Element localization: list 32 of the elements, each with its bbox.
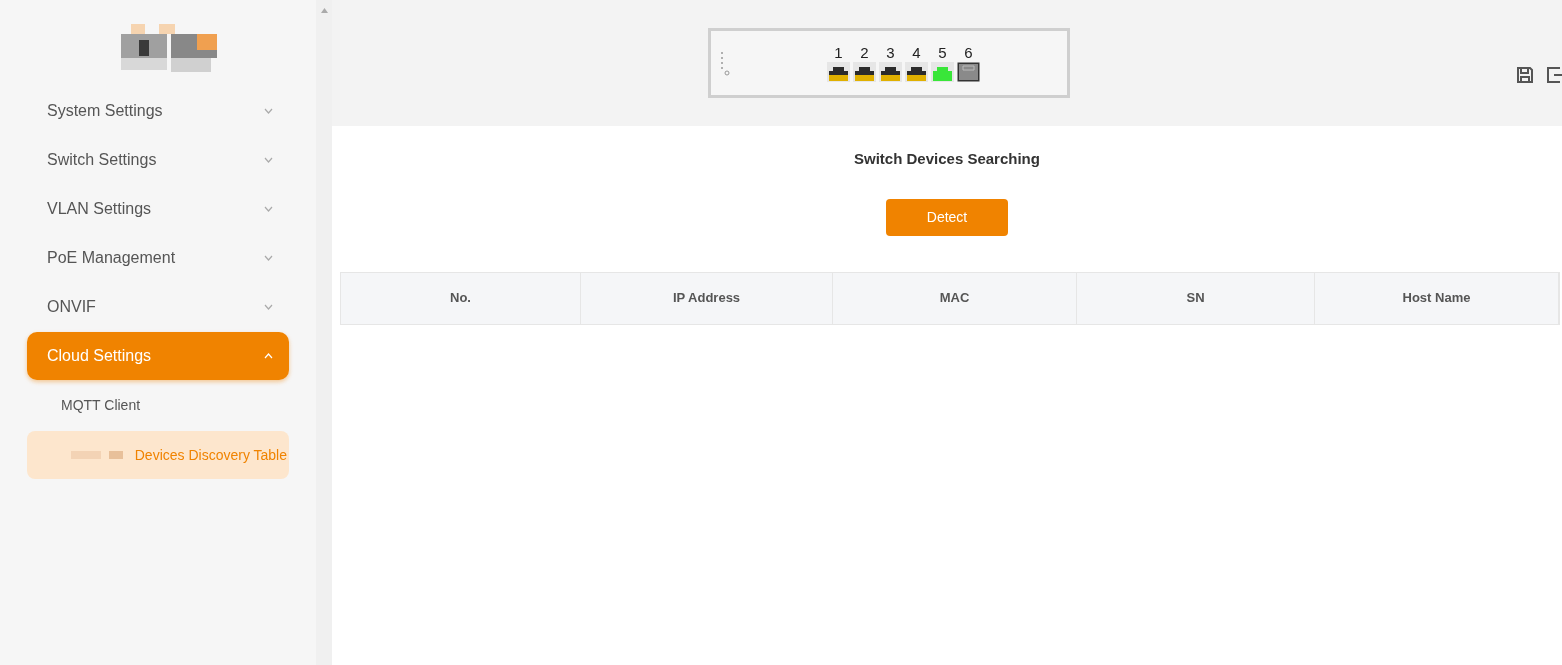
column-header: MAC — [833, 272, 1077, 324]
menu-item[interactable]: System Settings — [27, 86, 289, 135]
chevron-down-icon — [264, 156, 273, 163]
submenu-item[interactable]: MQTT Client — [27, 381, 289, 429]
chevron-down-icon — [264, 107, 273, 114]
ethernet-port-icon[interactable] — [957, 61, 980, 82]
chevron-down-icon — [264, 303, 273, 310]
column-header: Host Name — [1315, 272, 1559, 324]
menu-item[interactable]: PoE Management — [27, 233, 289, 282]
port-number: 4 — [912, 44, 921, 60]
status-led-icon — [719, 49, 731, 77]
ethernet-port-icon[interactable] — [905, 61, 928, 82]
ethernet-port-icon[interactable] — [853, 61, 876, 82]
chevron-down-icon — [264, 254, 273, 261]
port-number: 5 — [938, 44, 947, 60]
port-number: 6 — [964, 44, 973, 60]
page-title: Switch Devices Searching — [854, 149, 1040, 169]
logout-icon[interactable] — [1546, 66, 1562, 84]
port-number: 2 — [860, 44, 869, 60]
column-header: No. — [341, 272, 581, 324]
ethernet-port-icon[interactable] — [879, 61, 902, 82]
column-header: IP Address — [581, 272, 833, 324]
menu-item[interactable]: VLAN Settings — [27, 184, 289, 233]
port-number: 1 — [834, 44, 843, 60]
ethernet-port-icon[interactable] — [827, 61, 850, 82]
menu-item[interactable]: Switch Settings — [27, 135, 289, 184]
menu-item[interactable]: ONVIF — [27, 282, 289, 331]
save-icon[interactable] — [1516, 66, 1534, 84]
chevron-up-icon — [264, 353, 273, 359]
column-header: SN — [1077, 272, 1315, 324]
port-number: 3 — [886, 44, 895, 60]
chevron-down-icon — [264, 205, 273, 212]
